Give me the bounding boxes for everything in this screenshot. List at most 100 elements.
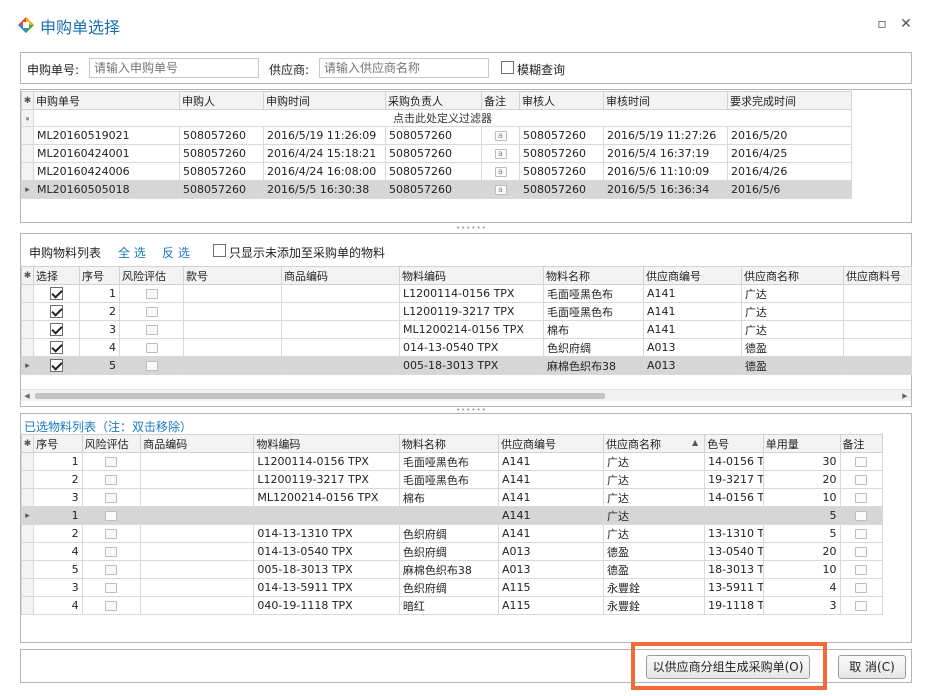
selected-row[interactable]: 2 L1200119-3217 TPX毛面哑黑色布A141广达19-3217 TF… [20, 470, 883, 489]
selected-row[interactable]: ▸ 1 A141 广达 5 [20, 506, 883, 525]
col-material-code[interactable]: 物料编码 [253, 434, 400, 453]
scroll-left-icon[interactable]: ◀ [21, 390, 33, 402]
select-all-link[interactable]: 全 选 [118, 244, 146, 261]
order-row[interactable]: ▸ ML20160505018 508057260 2016/5/5 16:30:38… [21, 180, 852, 199]
filter-row[interactable]: ᵩ 点击此处定义过滤器 [21, 109, 852, 127]
col-seq[interactable]: 序号 [33, 434, 83, 453]
col-color-no[interactable]: 色号 [704, 434, 764, 453]
risk-icon[interactable] [145, 361, 158, 371]
risk-icon[interactable] [145, 343, 158, 353]
material-row[interactable]: 1 L1200114-0156 TPX 毛面哑黑色布 A141 广达 [21, 284, 912, 303]
cell-seq: 4 [79, 338, 120, 357]
maximize-icon[interactable]: ▫ [874, 16, 890, 32]
note-icon[interactable]: a [494, 167, 507, 177]
risk-icon[interactable] [145, 325, 158, 335]
selected-row[interactable]: 3 014-13-5911 TPX色织府绸A115永豐銓13-5911 TF4 [20, 578, 883, 597]
risk-icon[interactable] [145, 289, 158, 299]
col-supplier-part[interactable]: 供应商料号 [843, 266, 912, 285]
col-supplier-name[interactable]: 供应商名称 [741, 266, 844, 285]
scroll-thumb[interactable] [35, 393, 605, 399]
risk-icon[interactable] [145, 307, 158, 317]
material-row[interactable]: ▸ 5 005-18-3013 TPX 麻棉色织布38 A013 德盈 [21, 356, 912, 375]
col-supplier-name[interactable]: 供应商名称 ▲ [603, 434, 706, 453]
col-order-no[interactable]: 申购单号 [33, 91, 180, 110]
col-material-name[interactable]: 物料名称 [543, 266, 644, 285]
selected-row[interactable]: 4 040-19-1118 TPX暗红A115永豐銓19-1118 TF3 [20, 596, 883, 615]
risk-icon[interactable] [105, 547, 118, 557]
col-usage[interactable]: 单用量 [762, 434, 841, 453]
risk-icon[interactable] [105, 493, 118, 503]
col-buyer[interactable]: 采购负责人 [385, 91, 482, 110]
col-apply-time[interactable]: 申购时间 [263, 91, 386, 110]
col-supplier-no[interactable]: 供应商编号 [643, 266, 742, 285]
row-checkbox[interactable] [50, 341, 63, 355]
risk-icon[interactable] [105, 565, 118, 575]
selected-row[interactable]: 2 014-13-1310 TPX色织府绸A141广达13-1310 TF5 [20, 524, 883, 543]
note-icon[interactable]: a [494, 149, 507, 159]
cell-usage: 3 [762, 596, 841, 615]
col-product-code[interactable]: 商品编码 [281, 266, 400, 285]
scroll-right-icon[interactable]: ▶ [899, 390, 911, 402]
invert-select-link[interactable]: 反 选 [162, 244, 190, 261]
risk-icon[interactable] [105, 511, 118, 521]
material-row[interactable]: 2 L1200119-3217 TPX 毛面哑黑色布 A141 广达 [21, 302, 912, 321]
splitter-handle[interactable]: •••••• [456, 225, 486, 232]
note-icon[interactable] [855, 565, 868, 575]
col-reviewer[interactable]: 审核人 [519, 91, 604, 110]
row-checkbox[interactable] [50, 359, 63, 373]
note-icon[interactable] [855, 547, 868, 557]
cancel-button[interactable]: 取 消(C) [838, 655, 906, 679]
splitter-handle-2[interactable]: •••••• [456, 407, 486, 414]
note-icon[interactable] [855, 601, 868, 611]
col-supplier-no[interactable]: 供应商编号 [497, 434, 605, 453]
note-icon[interactable] [855, 493, 868, 503]
col-product-code[interactable]: 商品编码 [140, 434, 255, 453]
col-material-name[interactable]: 物料名称 [398, 434, 499, 453]
note-icon[interactable]: a [494, 131, 507, 141]
note-icon[interactable] [855, 511, 868, 521]
order-row[interactable]: ML20160519021 508057260 2016/5/19 11:26:09… [21, 126, 852, 145]
material-row[interactable]: 4 014-13-0540 TPX 色织府绸 A013 德盈 [21, 338, 912, 357]
material-row[interactable]: 3 ML1200214-0156 TPX 棉布 A141 广达 [21, 320, 912, 339]
risk-icon[interactable] [105, 529, 118, 539]
col-seq[interactable]: 序号 [79, 266, 120, 285]
risk-icon[interactable] [105, 475, 118, 485]
note-icon[interactable]: a [494, 185, 507, 195]
filter-hint[interactable]: 点击此处定义过滤器 [33, 109, 852, 127]
risk-icon[interactable] [105, 457, 118, 467]
order-no-input[interactable] [89, 58, 259, 78]
fuzzy-checkbox[interactable] [501, 61, 514, 74]
risk-icon[interactable] [105, 601, 118, 611]
col-remark[interactable]: 备注 [481, 91, 520, 110]
col-select[interactable]: 选择 [33, 266, 80, 285]
selected-row[interactable]: 3 ML1200214-0156 TPX棉布A141广达14-0156 TF10 [20, 488, 883, 507]
col-style[interactable]: 款号 [183, 266, 282, 285]
col-review-time[interactable]: 审核时间 [603, 91, 728, 110]
order-row[interactable]: ML20160424001 508057260 2016/4/24 15:18:21… [21, 144, 852, 163]
col-risk[interactable]: 风险评估 [81, 434, 142, 453]
row-checkbox[interactable] [50, 287, 63, 301]
selected-row[interactable]: 4 014-13-0540 TPX色织府绸A013德盈13-0540 TF20 [20, 542, 883, 561]
col-risk[interactable]: 风险评估 [119, 266, 184, 285]
col-applicant[interactable]: 申购人 [179, 91, 264, 110]
supplier-input[interactable] [319, 58, 489, 78]
row-checkbox[interactable] [50, 323, 63, 337]
order-row[interactable]: ML20160424006 508057260 2016/4/24 16:08:00… [21, 162, 852, 181]
note-icon[interactable] [855, 583, 868, 593]
note-icon[interactable] [855, 457, 868, 467]
selected-row[interactable]: 1 L1200114-0156 TPX毛面哑黑色布A141广达14-0156 TF… [20, 452, 883, 471]
col-remark[interactable]: 备注 [839, 434, 883, 453]
close-icon[interactable]: ✕ [898, 16, 914, 32]
cell-material-code: 040-19-1118 TPX [253, 596, 400, 615]
note-icon[interactable] [855, 475, 868, 485]
cell-remark [839, 578, 883, 597]
row-checkbox[interactable] [50, 305, 63, 319]
only-unadded-checkbox[interactable] [213, 244, 226, 257]
col-due-time[interactable]: 要求完成时间 [727, 91, 852, 110]
selected-row[interactable]: 5 005-18-3013 TPX麻棉色织布38A013德盈18-3013 TF1… [20, 560, 883, 579]
materials-hscrollbar[interactable]: ◀ ▶ [21, 389, 911, 401]
risk-icon[interactable] [105, 583, 118, 593]
note-icon[interactable] [855, 529, 868, 539]
col-material-code[interactable]: 物料编码 [399, 266, 544, 285]
row-indicator [21, 162, 34, 181]
